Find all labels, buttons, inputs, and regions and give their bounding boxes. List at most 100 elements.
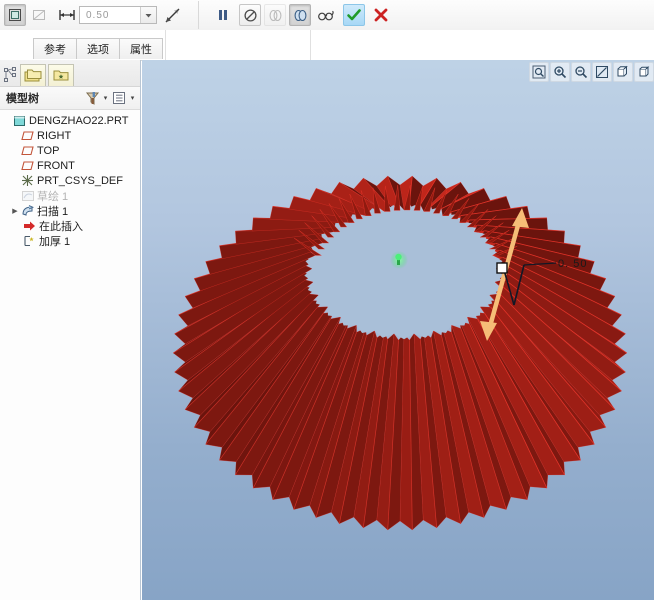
model-tree-list: DENGZHAO22.PRT RIGHT TOP	[0, 110, 140, 248]
tab-properties[interactable]: 属性	[119, 38, 163, 59]
preview-wire-icon	[268, 8, 283, 23]
tree-expander[interactable]	[10, 158, 20, 173]
preview-geometry-button[interactable]	[264, 4, 286, 26]
tab-options[interactable]: 选项	[76, 38, 120, 59]
tree-expander[interactable]	[10, 188, 20, 203]
tree-item-insert-here[interactable]: 在此插入	[0, 218, 140, 233]
tree-item-front[interactable]: FRONT	[0, 158, 140, 173]
solid-square-icon	[7, 7, 23, 23]
dashboard-controls-group	[211, 0, 393, 30]
display-style-cube-icon	[616, 65, 630, 79]
thickness-value[interactable]: 0.50	[80, 10, 140, 21]
thickness-dimension-label[interactable]: 0. 50	[558, 258, 587, 270]
thickness-input[interactable]: 0.50	[79, 6, 157, 24]
tree-columns-icon[interactable]	[110, 89, 128, 107]
pause-button[interactable]	[212, 4, 234, 26]
tree-item-sweep1[interactable]: ▶ 扫描 1	[0, 203, 140, 218]
tree-item-label: 草绘 1	[35, 188, 68, 204]
glasses-icon	[317, 8, 335, 22]
model-tree-tab-bar	[0, 60, 140, 87]
no-entry-icon	[243, 8, 258, 23]
tree-item-sketch1[interactable]: 草绘 1	[0, 188, 140, 203]
tree-expander[interactable]	[10, 128, 20, 143]
filter-funnel-glyph-icon	[85, 91, 100, 106]
datum-plane-icon	[20, 128, 35, 143]
ribbon-separator	[198, 1, 199, 29]
coord-system-icon	[20, 173, 35, 188]
tree-item-label: 扫描 1	[35, 203, 68, 219]
tabstrip-separator-2	[310, 30, 311, 60]
tree-item-label: DENGZHAO22.PRT	[27, 115, 128, 127]
cross-icon	[373, 7, 389, 23]
thicken-icon	[22, 233, 37, 248]
model-folder-tab[interactable]	[20, 64, 46, 86]
dashboard-tabs: 参考 选项 属性	[33, 38, 162, 59]
saved-views-button[interactable]	[634, 62, 654, 82]
check-icon	[346, 7, 362, 23]
tree-expander[interactable]	[12, 233, 22, 248]
thickness-measure-icon	[57, 7, 77, 23]
tree-item-right[interactable]: RIGHT	[0, 128, 140, 143]
model-folder-tab-icon	[24, 68, 42, 83]
sweep-icon	[20, 203, 35, 218]
chevron-down-icon	[144, 11, 153, 20]
tree-expander[interactable]	[2, 113, 12, 128]
tree-item-label: RIGHT	[35, 130, 71, 142]
thicken-type-group	[0, 0, 51, 30]
feature-dashboard-ribbon: 0.50	[0, 0, 654, 31]
no-preview-button[interactable]	[239, 4, 261, 26]
tree-item-label: TOP	[35, 145, 59, 157]
tree-item-top[interactable]: TOP	[0, 143, 140, 158]
tree-expander[interactable]: ▶	[10, 203, 20, 218]
datum-plane-icon	[20, 158, 35, 173]
tree-item-label: 加厚 1	[37, 233, 70, 249]
filter-funnel-icon[interactable]	[83, 89, 101, 107]
thickness-dropdown-button[interactable]	[140, 7, 156, 23]
tree-item-part-root[interactable]: DENGZHAO22.PRT	[0, 113, 140, 128]
tree-expander[interactable]	[10, 143, 20, 158]
zoom-in-button[interactable]	[550, 62, 570, 82]
magnifier-minus-icon	[574, 65, 588, 79]
model-tree-title: 模型树	[3, 90, 83, 106]
tree-expander[interactable]	[12, 218, 22, 233]
filter-dropdown-caret[interactable]: ▾	[101, 89, 110, 107]
pause-icon	[216, 8, 230, 22]
tree-settings-caret[interactable]: ▾	[128, 89, 137, 107]
zoom-out-button[interactable]	[571, 62, 591, 82]
display-style-button[interactable]	[613, 62, 633, 82]
datum-point-marker	[390, 251, 408, 269]
repaint-icon	[595, 65, 609, 79]
tree-structure-icon[interactable]	[2, 64, 18, 86]
solid-thicken-toggle[interactable]	[4, 4, 26, 26]
preview-feature-button[interactable]	[289, 4, 311, 26]
tree-structure-glyph-icon	[4, 67, 17, 83]
saved-views-icon	[637, 65, 651, 79]
magnifier-plus-icon	[553, 65, 567, 79]
accept-button[interactable]	[343, 4, 365, 26]
tree-expander[interactable]	[10, 173, 20, 188]
pleated-lampshade-model	[142, 60, 654, 600]
surface-slash-icon	[31, 7, 47, 23]
tab-references[interactable]: 参考	[33, 38, 77, 59]
tabstrip-separator-1	[165, 30, 166, 60]
glasses-preview-button[interactable]	[315, 4, 337, 26]
view-toolbar	[528, 62, 654, 82]
drag-handle-square[interactable]	[497, 263, 507, 273]
tree-columns-glyph-icon	[112, 91, 126, 105]
refit-magnifier-icon	[532, 65, 546, 79]
zoom-to-fit-button[interactable]	[529, 62, 549, 82]
flip-direction-button[interactable]	[161, 4, 183, 26]
cad-application-window: 0.50	[0, 0, 654, 600]
tree-item-thicken1[interactable]: 加厚 1	[0, 233, 140, 248]
datum-plane-icon	[20, 143, 35, 158]
part-icon	[12, 113, 27, 128]
cancel-button[interactable]	[370, 4, 392, 26]
favorites-folder-tab[interactable]	[48, 64, 74, 86]
surface-thicken-toggle[interactable]	[28, 4, 50, 26]
favorites-folder-tab-icon	[52, 68, 70, 83]
preview-solid-icon	[293, 8, 308, 23]
thickness-value-group: 0.50	[57, 0, 184, 30]
repaint-button[interactable]	[592, 62, 612, 82]
graphics-viewport[interactable]: 0. 50	[142, 60, 654, 600]
tree-item-csys[interactable]: PRT_CSYS_DEF	[0, 173, 140, 188]
